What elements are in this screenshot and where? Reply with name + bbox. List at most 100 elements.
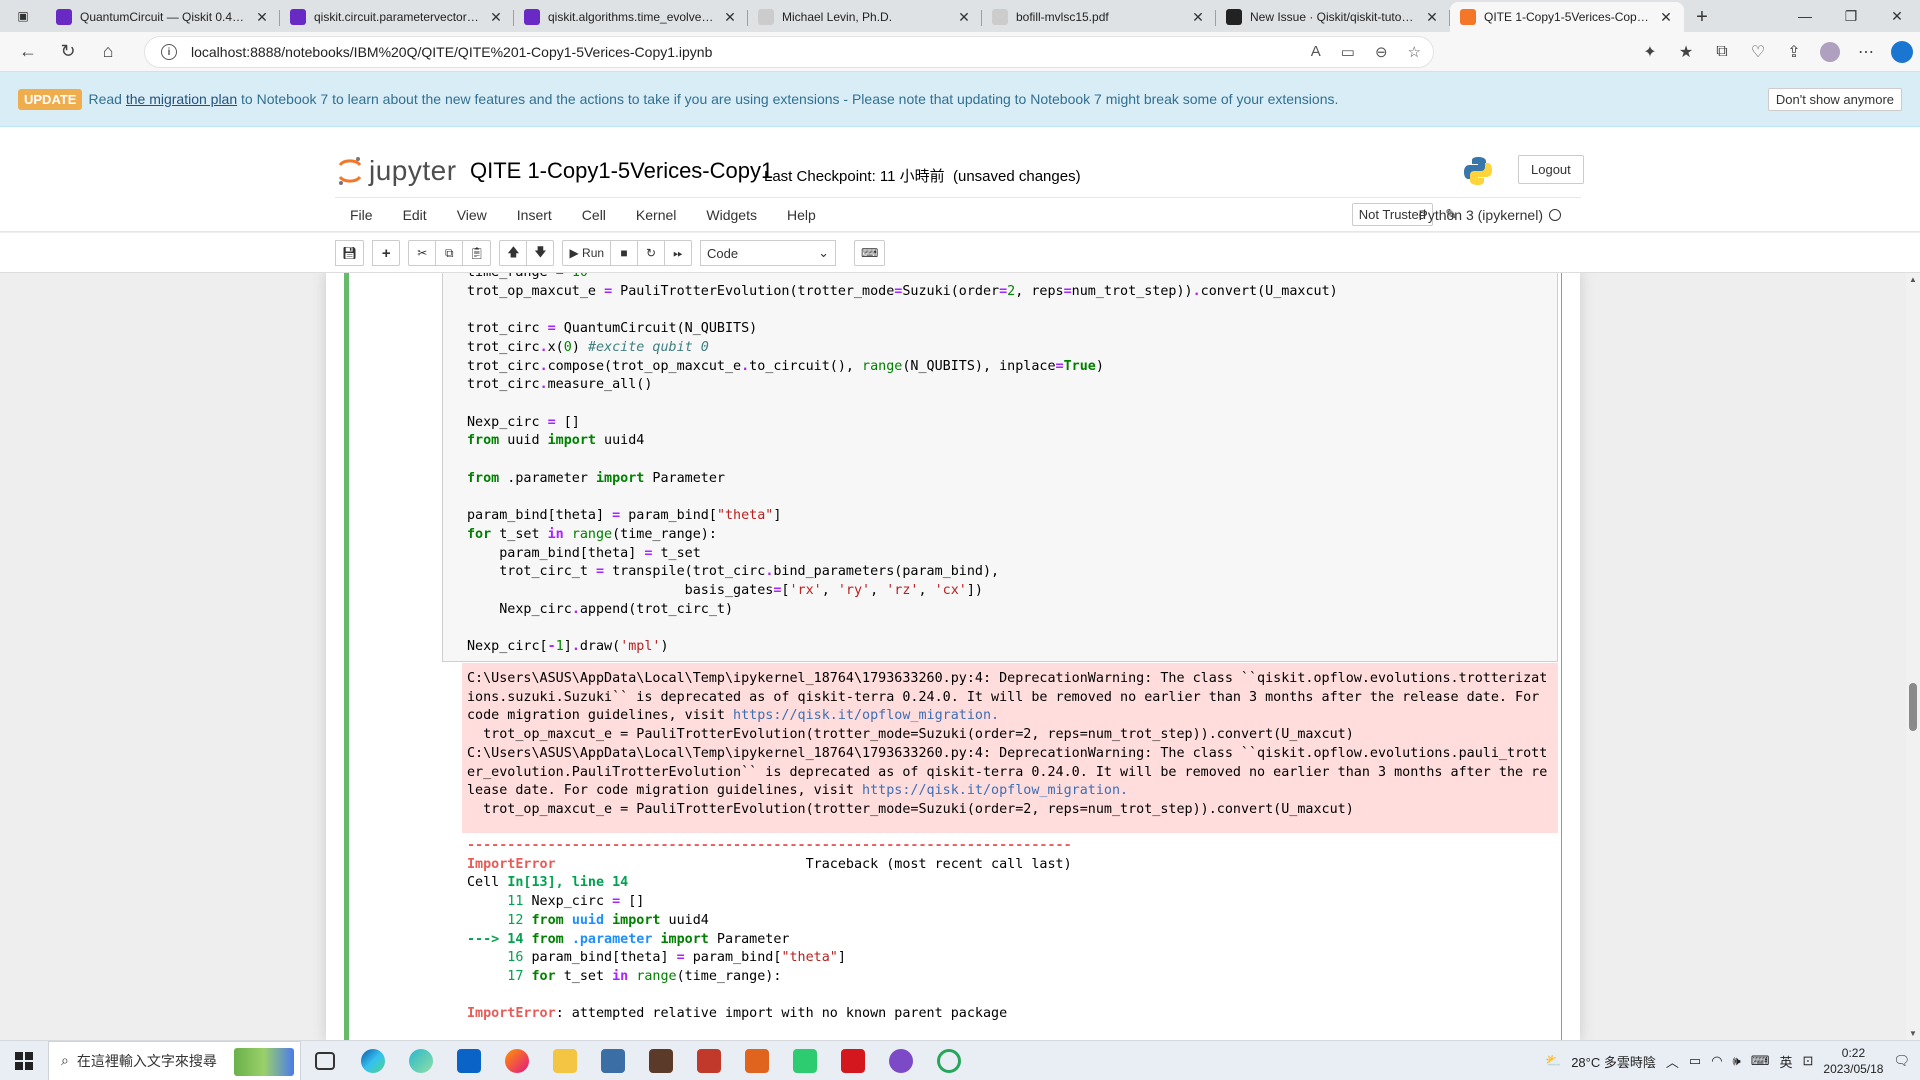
- close-window-icon[interactable]: ✕: [1874, 0, 1920, 32]
- volume-icon[interactable]: 🕪︎: [1733, 1053, 1741, 1069]
- url-input[interactable]: i localhost:8888/notebooks/IBM%20Q/QITE/…: [144, 36, 1434, 68]
- jupyter-logo[interactable]: jupyter: [337, 155, 457, 187]
- read-aloud-icon[interactable]: A: [1311, 43, 1321, 61]
- copy-icon[interactable]: ⧉: [435, 240, 464, 266]
- app-icon-7[interactable]: [925, 1041, 973, 1080]
- profile-avatar[interactable]: [1812, 36, 1848, 68]
- move-up-icon[interactable]: 🡅: [499, 240, 528, 266]
- menu-insert[interactable]: Insert: [502, 207, 567, 223]
- close-tab-icon[interactable]: ✕: [1424, 9, 1440, 26]
- edge-beta-icon[interactable]: [397, 1041, 445, 1080]
- weather-icon[interactable]: ⛅: [1545, 1053, 1561, 1069]
- restart-icon[interactable]: ↻: [637, 240, 666, 266]
- edge-icon[interactable]: [349, 1041, 397, 1080]
- weather-text[interactable]: 28°C 多雲時陰: [1571, 1052, 1656, 1071]
- app-icon-5[interactable]: [781, 1041, 829, 1080]
- migration-guide-link-1[interactable]: https://qisk.it/opflow_migration.: [733, 708, 999, 723]
- run-button[interactable]: ▶ Run: [562, 240, 612, 266]
- new-tab-button[interactable]: +: [1684, 2, 1720, 32]
- tab-actions-icon[interactable]: ▣: [0, 0, 46, 32]
- collections-icon[interactable]: ⧉: [1704, 36, 1740, 68]
- start-button[interactable]: [0, 1041, 48, 1080]
- close-tab-icon[interactable]: ✕: [722, 9, 738, 26]
- interrupt-icon[interactable]: ■: [610, 240, 639, 266]
- refresh-icon[interactable]: ↻: [48, 36, 88, 68]
- task-view-icon[interactable]: [301, 1041, 349, 1080]
- restart-run-all-icon[interactable]: ⏩︎: [664, 240, 693, 266]
- menu-help[interactable]: Help: [772, 207, 831, 223]
- extensions-icon[interactable]: ✦: [1632, 36, 1668, 68]
- home-icon[interactable]: ⌂: [88, 36, 128, 68]
- app-icon-4[interactable]: [733, 1041, 781, 1080]
- acrobat-icon[interactable]: [829, 1041, 877, 1080]
- menu-cell[interactable]: Cell: [567, 207, 621, 223]
- browser-tab[interactable]: bofill-mvlsc15.pdf ✕: [982, 2, 1216, 32]
- command-palette-keyboard-icon[interactable]: ⌨: [854, 240, 886, 266]
- page-scrollbar[interactable]: ▲ ▼: [1906, 273, 1920, 1040]
- battery-icon[interactable]: ▭: [1689, 1053, 1701, 1069]
- file-explorer-icon[interactable]: [541, 1041, 589, 1080]
- notebook-container[interactable]: time_range = 10 trot_op_maxcut_e = Pauli…: [0, 273, 1906, 1040]
- ime-indicator[interactable]: 英: [1780, 1052, 1793, 1071]
- save-icon[interactable]: 💾︎: [335, 240, 365, 266]
- favorite-star-icon[interactable]: ☆: [1408, 43, 1421, 61]
- tray-overflow-icon[interactable]: ︿: [1666, 1052, 1679, 1071]
- minimize-icon[interactable]: —: [1782, 0, 1828, 32]
- code-editor[interactable]: time_range = 10 trot_op_maxcut_e = Pauli…: [467, 273, 1338, 657]
- app-icon-2[interactable]: [637, 1041, 685, 1080]
- scroll-up-icon[interactable]: ▲: [1909, 275, 1917, 284]
- banner-text-pre: Read: [88, 91, 126, 107]
- favorites-icon[interactable]: ★: [1668, 36, 1704, 68]
- migration-guide-link-2[interactable]: https://qisk.it/opflow_migration.: [862, 783, 1128, 798]
- immersive-reader-icon[interactable]: ▭: [1341, 43, 1355, 61]
- browser-tab[interactable]: QITE 1-Copy1-5Verices-Copy1 - ✕: [1450, 2, 1684, 32]
- keyboard-icon[interactable]: ⌨: [1751, 1053, 1770, 1069]
- kernel-indicator[interactable]: Python 3 (ipykernel): [1418, 207, 1561, 223]
- cut-icon[interactable]: ✂: [408, 240, 437, 266]
- app-icon-3[interactable]: [685, 1041, 733, 1080]
- scrollbar-thumb[interactable]: [1909, 683, 1917, 731]
- cell-type-select[interactable]: Code ⌄: [700, 240, 837, 266]
- move-down-icon[interactable]: 🡇: [526, 240, 555, 266]
- back-icon[interactable]: ←: [8, 36, 48, 68]
- app-icon-6[interactable]: [877, 1041, 925, 1080]
- close-tab-icon[interactable]: ✕: [488, 9, 504, 26]
- scroll-down-icon[interactable]: ▼: [1909, 1029, 1917, 1038]
- insert-cell-icon[interactable]: +: [372, 240, 401, 266]
- restore-icon[interactable]: ❐: [1828, 0, 1874, 32]
- browser-tab[interactable]: qiskit.algorithms.time_evolvers.v ✕: [514, 2, 748, 32]
- close-tab-icon[interactable]: ✕: [1658, 9, 1674, 26]
- network-icon[interactable]: ◠: [1711, 1053, 1722, 1069]
- menu-kernel[interactable]: Kernel: [621, 207, 691, 223]
- paste-icon[interactable]: 📋︎: [462, 240, 492, 266]
- browser-tab[interactable]: QuantumCircuit — Qiskit 0.43.0 ✕: [46, 2, 280, 32]
- share-icon[interactable]: ⇪: [1776, 36, 1812, 68]
- menu-file[interactable]: File: [335, 207, 388, 223]
- notebook-name[interactable]: QITE 1-Copy1-5Verices-Copy1: [470, 158, 773, 184]
- app-icon-1[interactable]: [589, 1041, 637, 1080]
- menu-view[interactable]: View: [442, 207, 502, 223]
- browser-tab[interactable]: Michael Levin, Ph.D. ✕: [748, 2, 982, 32]
- browser-tab[interactable]: New Issue · Qiskit/qiskit-tutorial ✕: [1216, 2, 1450, 32]
- close-tab-icon[interactable]: ✕: [254, 9, 270, 26]
- site-info-icon[interactable]: i: [161, 44, 177, 60]
- browser-essentials-icon[interactable]: ♡: [1740, 36, 1776, 68]
- more-icon[interactable]: ⋯: [1848, 36, 1884, 68]
- ime-mode-icon[interactable]: ⊡: [1803, 1053, 1814, 1069]
- close-tab-icon[interactable]: ✕: [1190, 9, 1206, 26]
- menu-edit[interactable]: Edit: [388, 207, 442, 223]
- checkpoint-value: 11 小時前: [879, 168, 945, 185]
- firefox-icon[interactable]: [493, 1041, 541, 1080]
- notifications-icon[interactable]: 🗨︎: [1893, 1053, 1910, 1069]
- clock[interactable]: 0:22 2023/05/18: [1823, 1045, 1883, 1077]
- bing-chat-icon[interactable]: [1884, 36, 1920, 68]
- menu-widgets[interactable]: Widgets: [691, 207, 772, 223]
- mail-icon[interactable]: [445, 1041, 493, 1080]
- dont-show-anymore-button[interactable]: Don't show anymore: [1767, 88, 1902, 111]
- browser-tab[interactable]: qiskit.circuit.parametervector — ✕: [280, 2, 514, 32]
- logout-button[interactable]: Logout: [1518, 155, 1584, 184]
- close-tab-icon[interactable]: ✕: [956, 9, 972, 26]
- taskbar-search-box[interactable]: ⌕ 在這裡輸入文字來搜尋: [48, 1040, 301, 1080]
- zoom-icon[interactable]: ⊖: [1375, 43, 1388, 61]
- migration-plan-link[interactable]: the migration plan: [126, 91, 237, 107]
